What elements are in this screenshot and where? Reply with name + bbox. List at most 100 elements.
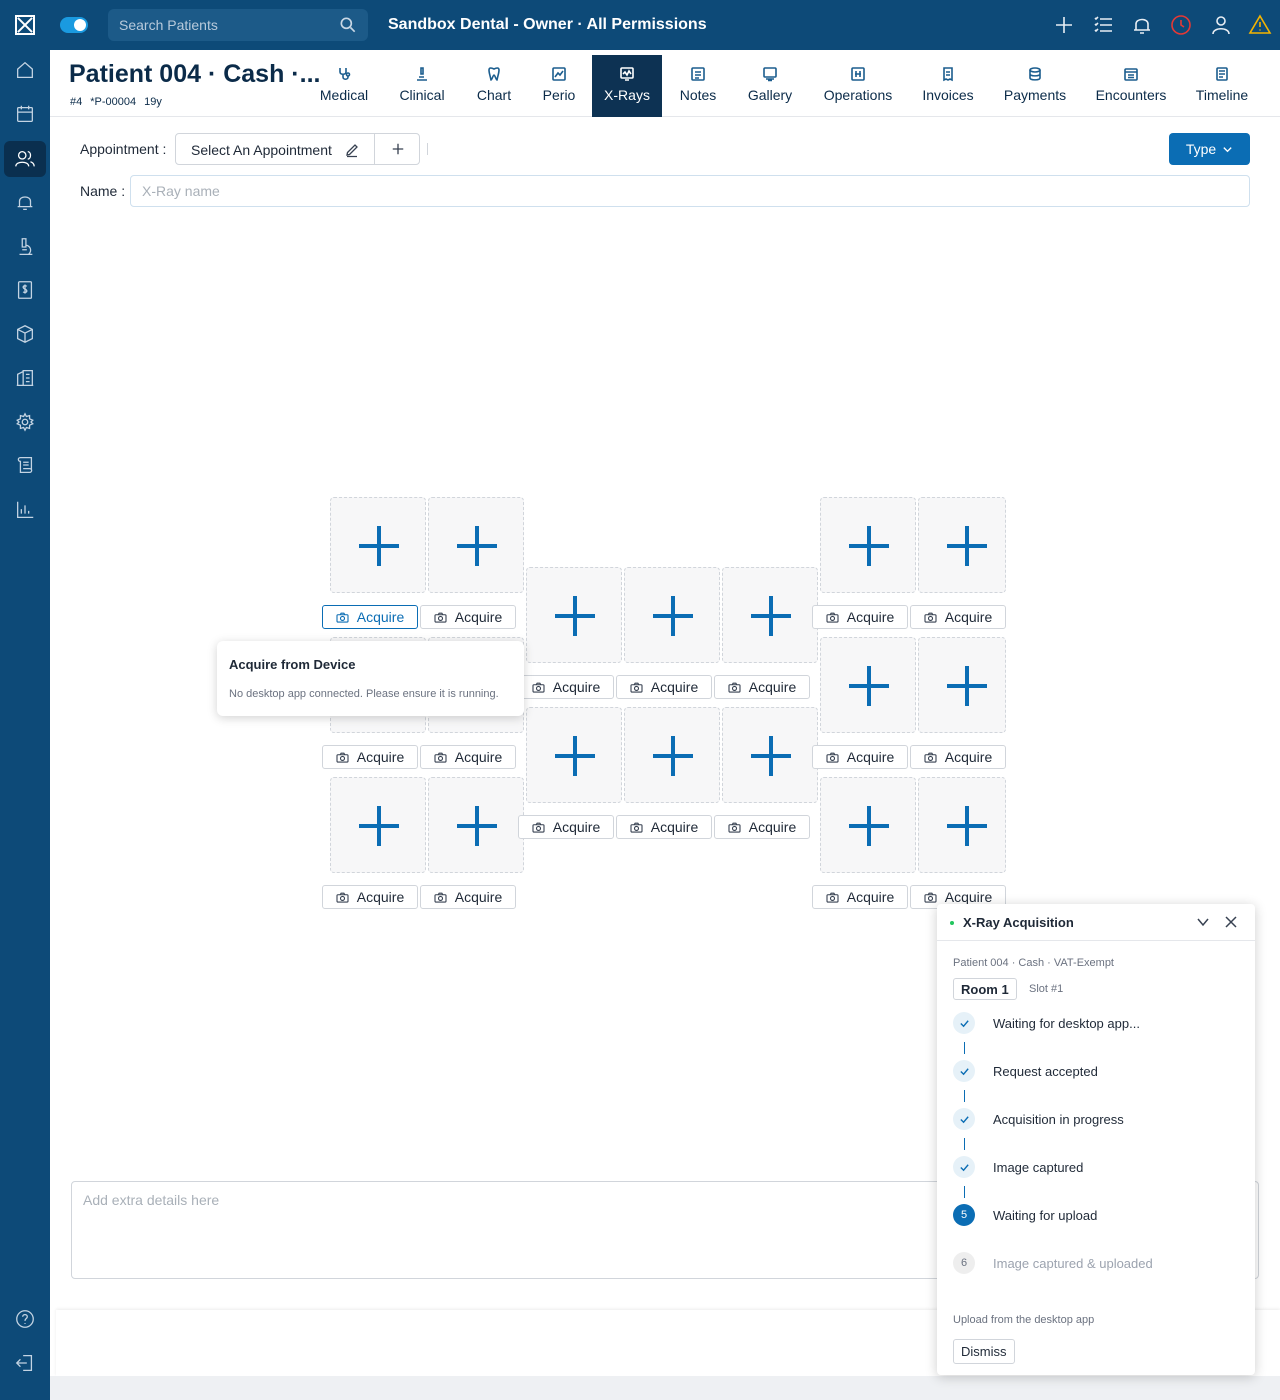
xray-slot[interactable] bbox=[428, 497, 524, 593]
tab-gallery[interactable]: Gallery bbox=[738, 55, 802, 117]
notes-icon bbox=[691, 67, 705, 81]
xray-slot[interactable] bbox=[722, 707, 818, 803]
xray-name-input[interactable] bbox=[130, 175, 1250, 207]
step-connector bbox=[964, 1186, 965, 1198]
help-icon[interactable] bbox=[14, 1308, 36, 1330]
acquire-button[interactable]: Acquire bbox=[616, 675, 712, 699]
mode-toggle[interactable] bbox=[60, 17, 88, 33]
xray-slot[interactable] bbox=[428, 777, 524, 873]
sidebar-item-inventory[interactable] bbox=[4, 316, 46, 352]
plus-icon bbox=[751, 596, 791, 636]
camera-icon bbox=[924, 612, 937, 623]
stethoscope-icon bbox=[339, 68, 351, 81]
acquire-button[interactable]: Acquire bbox=[616, 815, 712, 839]
xray-slot[interactable] bbox=[526, 707, 622, 803]
acquire-button[interactable]: Acquire bbox=[322, 605, 418, 629]
sidebar-item-settings[interactable] bbox=[4, 404, 46, 440]
tab-invoices[interactable]: Invoices bbox=[916, 55, 980, 117]
tab-operations[interactable]: Operations bbox=[817, 55, 899, 117]
acquire-button[interactable]: Acquire bbox=[910, 745, 1006, 769]
list-icon[interactable] bbox=[1091, 13, 1115, 37]
close-icon[interactable] bbox=[1222, 913, 1240, 931]
xray-slot[interactable] bbox=[722, 567, 818, 663]
step-connector bbox=[964, 1042, 965, 1054]
xray-slot[interactable] bbox=[918, 637, 1006, 733]
acquire-button[interactable]: Acquire bbox=[420, 885, 516, 909]
tab-timeline[interactable]: Timeline bbox=[1188, 55, 1256, 117]
chevron-down-icon[interactable] bbox=[1194, 913, 1212, 931]
tab-chart[interactable]: Chart bbox=[469, 55, 519, 117]
xray-slot[interactable] bbox=[918, 497, 1006, 593]
xray-slot[interactable] bbox=[820, 497, 916, 593]
tab-perio[interactable]: Perio bbox=[534, 55, 584, 117]
plus-icon bbox=[359, 806, 399, 846]
camera-icon bbox=[728, 682, 741, 693]
acquire-button[interactable]: Acquire bbox=[812, 605, 908, 629]
tab-medical[interactable]: Medical bbox=[312, 55, 376, 117]
acquire-button[interactable]: Acquire bbox=[714, 675, 810, 699]
tab-xrays[interactable]: X-Rays bbox=[592, 55, 662, 117]
acquire-button[interactable]: Acquire bbox=[322, 885, 418, 909]
sidebar-item-notifications[interactable] bbox=[4, 184, 46, 220]
xray-slot[interactable] bbox=[624, 707, 720, 803]
acquire-button[interactable]: Acquire bbox=[910, 605, 1006, 629]
acquire-button[interactable]: Acquire bbox=[420, 605, 516, 629]
check-icon bbox=[953, 1012, 975, 1034]
top-bar: Sandbox Dental - Owner · All Permissions bbox=[50, 0, 1280, 50]
xray-slot[interactable] bbox=[624, 567, 720, 663]
camera-icon bbox=[434, 612, 447, 623]
appointment-select[interactable]: Select An Appointment bbox=[175, 133, 420, 165]
xray-slot[interactable] bbox=[330, 497, 426, 593]
tab-payments[interactable]: Payments bbox=[995, 55, 1075, 117]
clock-icon[interactable] bbox=[1169, 13, 1193, 37]
user-icon[interactable] bbox=[1209, 13, 1233, 37]
add-appointment-button[interactable] bbox=[374, 133, 420, 165]
acquire-button[interactable]: Acquire bbox=[420, 745, 516, 769]
xray-slot[interactable] bbox=[330, 777, 426, 873]
bell-icon[interactable] bbox=[1130, 13, 1154, 37]
panel-patient: Patient 004 · Cash · VAT-Exempt bbox=[953, 957, 1114, 969]
xray-icon bbox=[620, 67, 634, 81]
appointment-label: Appointment : bbox=[80, 141, 167, 157]
sidebar-item-patients[interactable] bbox=[4, 141, 46, 177]
xray-slot[interactable] bbox=[918, 777, 1006, 873]
acquire-button[interactable]: Acquire bbox=[518, 815, 614, 839]
acquire-button[interactable]: Acquire bbox=[714, 815, 810, 839]
plus-icon bbox=[392, 143, 403, 155]
sidebar-item-clinic[interactable] bbox=[4, 360, 46, 396]
tab-clinical[interactable]: Clinical bbox=[392, 55, 452, 117]
search-input[interactable] bbox=[108, 9, 328, 41]
camera-icon bbox=[336, 892, 349, 903]
sidebar-item-calendar[interactable] bbox=[4, 96, 46, 132]
acquire-button[interactable]: Acquire bbox=[518, 675, 614, 699]
xray-slot[interactable] bbox=[820, 777, 916, 873]
tab-encounters[interactable]: Encounters bbox=[1091, 55, 1171, 117]
xray-slot[interactable] bbox=[526, 567, 622, 663]
sidebar-item-billing[interactable] bbox=[4, 272, 46, 308]
tab-notes[interactable]: Notes bbox=[673, 55, 723, 117]
logout-icon[interactable] bbox=[14, 1352, 36, 1374]
gear-icon bbox=[16, 412, 34, 432]
plus-icon bbox=[849, 806, 889, 846]
plus-icon[interactable] bbox=[1052, 13, 1076, 37]
acquire-button[interactable]: Acquire bbox=[812, 745, 908, 769]
xray-slot[interactable] bbox=[820, 637, 916, 733]
type-dropdown-button[interactable]: Type bbox=[1169, 133, 1250, 165]
patient-code: *P-00004 bbox=[90, 96, 137, 108]
camera-icon bbox=[630, 682, 643, 693]
warning-icon[interactable] bbox=[1248, 13, 1272, 37]
search-icon[interactable] bbox=[338, 15, 358, 35]
plus-icon bbox=[751, 736, 791, 776]
dismiss-button[interactable]: Dismiss bbox=[953, 1339, 1015, 1364]
pencil-icon[interactable] bbox=[344, 142, 360, 158]
acquire-button[interactable]: Acquire bbox=[322, 745, 418, 769]
sidebar-item-lab[interactable] bbox=[4, 229, 46, 265]
plus-icon bbox=[849, 526, 889, 566]
sidebar-item-documents[interactable] bbox=[4, 447, 46, 483]
timeline-icon bbox=[1216, 67, 1228, 81]
sidebar-item-reports[interactable] bbox=[4, 492, 46, 528]
app-logo[interactable] bbox=[15, 15, 35, 35]
sidebar-item-home[interactable] bbox=[4, 52, 46, 88]
acquire-button[interactable]: Acquire bbox=[812, 885, 908, 909]
camera-icon bbox=[532, 682, 545, 693]
